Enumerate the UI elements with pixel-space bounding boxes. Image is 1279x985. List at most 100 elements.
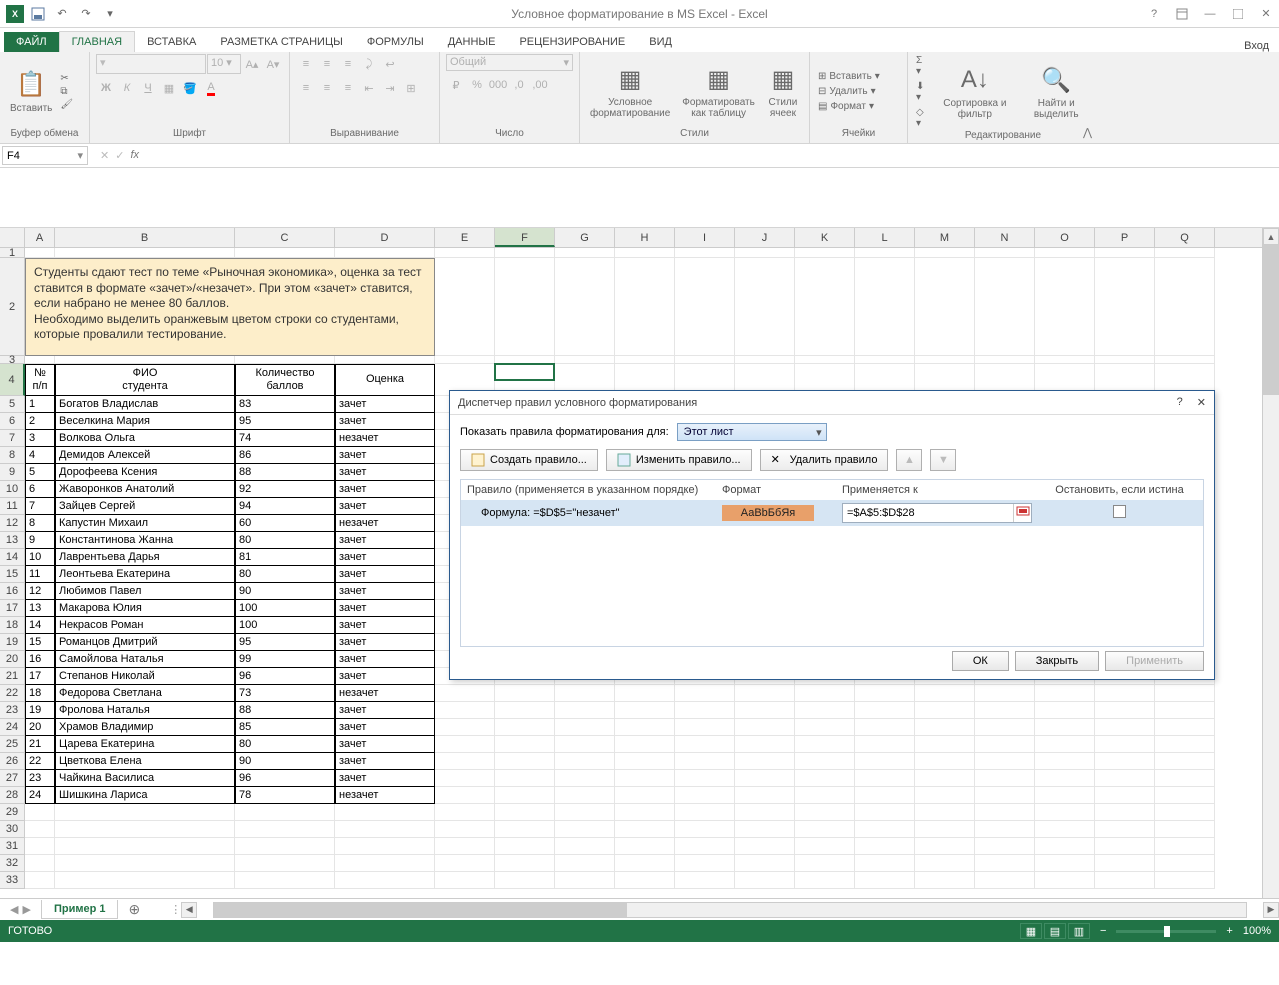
- dialog-titlebar[interactable]: Диспетчер правил условного форматировани…: [450, 391, 1214, 415]
- cell-fio[interactable]: Чайкина Василиса: [55, 770, 235, 787]
- cell[interactable]: [1155, 855, 1215, 872]
- shrink-font-icon[interactable]: A▾: [263, 54, 283, 74]
- row-header[interactable]: 2: [0, 258, 25, 356]
- cell-grade[interactable]: зачет: [335, 532, 435, 549]
- cell[interactable]: [435, 258, 495, 356]
- cell-styles-button[interactable]: ▦ Стили ячеек: [763, 61, 803, 121]
- cell[interactable]: [975, 821, 1035, 838]
- cell[interactable]: [495, 248, 555, 258]
- cell[interactable]: [235, 248, 335, 258]
- vscroll-thumb[interactable]: [1263, 245, 1279, 395]
- cell[interactable]: [495, 838, 555, 855]
- row-header[interactable]: 31: [0, 838, 25, 855]
- cell-score[interactable]: 80: [235, 736, 335, 753]
- stop-if-true-checkbox[interactable]: [1113, 505, 1126, 518]
- cell[interactable]: [25, 855, 55, 872]
- cell[interactable]: [555, 248, 615, 258]
- cell-fio[interactable]: Некрасов Роман: [55, 617, 235, 634]
- cell[interactable]: [435, 855, 495, 872]
- zoom-in-icon[interactable]: +: [1226, 925, 1232, 937]
- cell-grade[interactable]: зачет: [335, 600, 435, 617]
- tab-file[interactable]: ФАЙЛ: [4, 32, 59, 52]
- cell-score[interactable]: 88: [235, 464, 335, 481]
- view-break-icon[interactable]: ▥: [1068, 923, 1090, 939]
- cell[interactable]: [435, 787, 495, 804]
- cell[interactable]: [795, 804, 855, 821]
- percent-icon[interactable]: %: [467, 75, 487, 95]
- cell[interactable]: [735, 258, 795, 356]
- column-header-M[interactable]: M: [915, 228, 975, 247]
- cell[interactable]: [235, 356, 335, 364]
- cell[interactable]: [1095, 770, 1155, 787]
- cell[interactable]: [1095, 821, 1155, 838]
- cell-grade[interactable]: зачет: [335, 736, 435, 753]
- row-header[interactable]: 13: [0, 532, 25, 549]
- format-as-table-button[interactable]: ▦ Форматировать как таблицу: [678, 61, 759, 121]
- cell[interactable]: [915, 685, 975, 702]
- cell[interactable]: [555, 258, 615, 356]
- insert-cells-button[interactable]: ⊞Вставить ▾: [816, 70, 882, 83]
- view-layout-icon[interactable]: ▤: [1044, 923, 1066, 939]
- cell-fio[interactable]: Дорофеева Ксения: [55, 464, 235, 481]
- cell[interactable]: [435, 753, 495, 770]
- tab-insert[interactable]: ВСТАВКА: [135, 32, 208, 52]
- cell[interactable]: [1095, 855, 1155, 872]
- cell-grade[interactable]: зачет: [335, 481, 435, 498]
- cell[interactable]: [855, 702, 915, 719]
- accept-formula-icon[interactable]: ✓: [115, 149, 124, 162]
- minimize-icon[interactable]: —: [1203, 7, 1217, 21]
- cell[interactable]: [915, 872, 975, 889]
- cell-num[interactable]: 12: [25, 583, 55, 600]
- cell[interactable]: [975, 838, 1035, 855]
- cell[interactable]: [1035, 855, 1095, 872]
- cut-icon[interactable]: ✂: [60, 73, 73, 84]
- applies-to-field[interactable]: [843, 505, 1013, 521]
- cell[interactable]: [975, 702, 1035, 719]
- cell[interactable]: [235, 821, 335, 838]
- select-all-button[interactable]: [0, 228, 25, 247]
- cell[interactable]: [615, 821, 675, 838]
- cell[interactable]: [495, 804, 555, 821]
- applies-to-input[interactable]: [842, 503, 1032, 523]
- cell-grade[interactable]: зачет: [335, 396, 435, 413]
- row-header[interactable]: 12: [0, 515, 25, 532]
- hscroll-left-icon[interactable]: ◀: [181, 902, 197, 918]
- zoom-thumb[interactable]: [1164, 926, 1170, 937]
- cell[interactable]: [975, 787, 1035, 804]
- cell[interactable]: [915, 248, 975, 258]
- cell-grade[interactable]: зачет: [335, 583, 435, 600]
- cell[interactable]: [915, 855, 975, 872]
- cell-score[interactable]: 100: [235, 617, 335, 634]
- cell[interactable]: [1095, 872, 1155, 889]
- cell[interactable]: [855, 787, 915, 804]
- cell[interactable]: [915, 838, 975, 855]
- orientation-icon[interactable]: ⤸: [359, 54, 379, 74]
- row-header[interactable]: 15: [0, 566, 25, 583]
- cell[interactable]: [735, 787, 795, 804]
- cell[interactable]: [735, 736, 795, 753]
- cell[interactable]: [435, 702, 495, 719]
- column-header-O[interactable]: O: [1035, 228, 1095, 247]
- edit-rule-button[interactable]: Изменить правило...: [606, 449, 752, 471]
- cell[interactable]: [675, 248, 735, 258]
- row-header[interactable]: 26: [0, 753, 25, 770]
- cell[interactable]: [855, 685, 915, 702]
- fill-color-button[interactable]: 🪣: [180, 78, 200, 98]
- cell-score[interactable]: 96: [235, 668, 335, 685]
- cell-score[interactable]: 88: [235, 702, 335, 719]
- cell-num[interactable]: 10: [25, 549, 55, 566]
- cell-fio[interactable]: Веселкина Мария: [55, 413, 235, 430]
- merge-icon[interactable]: ⊞: [401, 78, 421, 98]
- row-header[interactable]: 32: [0, 855, 25, 872]
- column-header-F[interactable]: F: [495, 228, 555, 247]
- cell[interactable]: [1035, 838, 1095, 855]
- cell-score[interactable]: 90: [235, 753, 335, 770]
- format-painter-icon[interactable]: 🖌: [60, 99, 73, 110]
- cell-fio[interactable]: Степанов Николай: [55, 668, 235, 685]
- cell[interactable]: [915, 702, 975, 719]
- cell-grade[interactable]: зачет: [335, 566, 435, 583]
- cell[interactable]: [435, 248, 495, 258]
- cell-score[interactable]: 95: [235, 634, 335, 651]
- tab-review[interactable]: РЕЦЕНЗИРОВАНИЕ: [507, 32, 637, 52]
- cell[interactable]: [795, 702, 855, 719]
